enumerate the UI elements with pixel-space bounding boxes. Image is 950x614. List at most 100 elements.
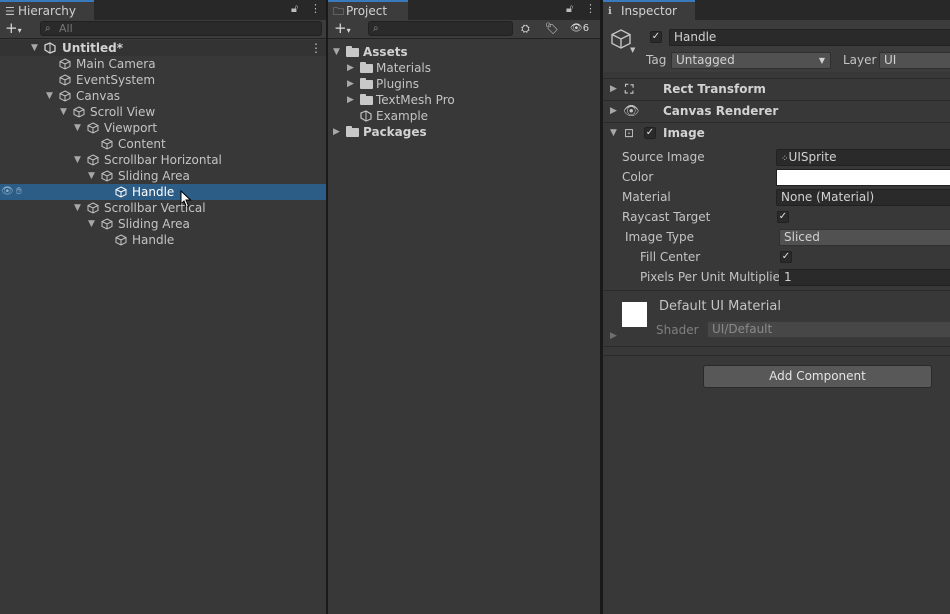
tab-inspector[interactable]: ℹ Inspector xyxy=(603,0,695,20)
hierarchy-item-label: Sliding Area xyxy=(118,169,190,183)
gameobject-icon xyxy=(87,202,99,214)
layer-dropdown[interactable]: UI xyxy=(879,52,950,69)
project-item-packages[interactable]: ▶ Packages xyxy=(328,124,600,140)
icon-dropdown-arrow-icon[interactable]: ▼ xyxy=(630,46,635,54)
create-dropdown-button[interactable]: +▾ xyxy=(334,20,351,39)
hierarchy-item-handle-vertical[interactable]: Handle xyxy=(0,232,326,248)
gameobject-icon xyxy=(87,154,99,166)
hierarchy-tabbar: ☰ Hierarchy 🔓︎ ⋮ xyxy=(0,0,326,20)
search-by-type-icon[interactable]: ⛭ xyxy=(521,20,530,37)
expand-arrow-icon[interactable]: ▼ xyxy=(74,152,81,168)
hierarchy-item-viewport[interactable]: ▼ Viewport xyxy=(0,120,326,136)
hierarchy-search-input[interactable]: ⌕ All xyxy=(40,21,322,36)
folder-icon xyxy=(346,126,359,137)
expand-arrow-icon[interactable]: ▼ xyxy=(60,104,67,120)
folder-open-icon xyxy=(346,46,359,57)
project-search-input[interactable]: ⌕ xyxy=(368,21,513,36)
collapse-arrow-icon[interactable]: ▶ xyxy=(610,101,617,122)
hierarchy-item-scrollbar-vertical[interactable]: ▼ Scrollbar Vertical xyxy=(0,200,326,216)
project-item-assets[interactable]: ▼ Assets xyxy=(328,44,600,60)
color-swatch[interactable] xyxy=(776,169,950,186)
shader-dropdown: UI/Default xyxy=(707,321,950,338)
tab-project-label: Project xyxy=(346,4,388,18)
project-item-plugins[interactable]: ▶ Plugins xyxy=(328,76,600,92)
create-dropdown-button[interactable]: +▾ xyxy=(5,20,22,39)
image-enabled-checkbox[interactable]: ✓ xyxy=(644,127,656,139)
hierarchy-item-sliding-area-vertical[interactable]: ▼ Sliding Area xyxy=(0,216,326,232)
object-name-field[interactable]: Handle xyxy=(669,29,950,46)
project-item-label: Assets xyxy=(363,45,408,59)
pixels-per-unit-field[interactable]: 1 xyxy=(779,269,950,286)
material-field[interactable]: None (Material) xyxy=(776,189,950,206)
rect-transform-label: Rect Transform xyxy=(663,82,766,96)
collapse-arrow-icon[interactable]: ▶ xyxy=(610,79,617,100)
tab-hierarchy[interactable]: ☰ Hierarchy xyxy=(0,0,94,20)
hierarchy-item-eventsystem[interactable]: EventSystem xyxy=(0,72,326,88)
lock-icon[interactable]: 🔓︎ xyxy=(566,2,573,16)
hierarchy-item-scroll-view[interactable]: ▼ Scroll View xyxy=(0,104,326,120)
hierarchy-item-main-camera[interactable]: Main Camera xyxy=(0,56,326,72)
active-checkbox[interactable]: ✓ xyxy=(650,31,662,43)
raycast-target-checkbox[interactable]: ✓ xyxy=(777,211,789,223)
collapse-arrow-icon[interactable]: ▶ xyxy=(347,76,354,92)
add-component-button[interactable]: Add Component xyxy=(703,365,932,388)
hierarchy-item-handle-selected[interactable]: 👁︎ ✋︎ Handle xyxy=(0,184,326,200)
collapse-arrow-icon[interactable]: ▶ xyxy=(347,92,354,108)
pickable-hand-icon[interactable]: ✋︎ xyxy=(16,184,22,200)
hierarchy-item-sliding-area-horizontal[interactable]: ▼ Sliding Area xyxy=(0,168,326,184)
expand-arrow-icon[interactable]: ▼ xyxy=(333,44,340,60)
search-icon: ⌕ xyxy=(373,23,379,34)
search-icon: ⌕ xyxy=(45,23,51,34)
hidden-packages-icon[interactable]: 👁︎6 xyxy=(570,20,589,37)
more-options-icon[interactable]: ⋮ xyxy=(310,2,321,15)
fill-center-label: Fill Center xyxy=(640,250,701,264)
inspector-panel: ℹ Inspector ▼ ✓ Handle Tag Untagged ▼ La… xyxy=(603,0,950,614)
component-image[interactable]: ▼ ⊡ ✓ Image xyxy=(603,123,950,144)
inspector-object-header: ▼ ✓ Handle Tag Untagged ▼ Layer UI xyxy=(603,20,950,72)
hierarchy-item-label: Main Camera xyxy=(76,57,156,71)
hierarchy-item-canvas[interactable]: ▼ Canvas xyxy=(0,88,326,104)
more-options-icon[interactable]: ⋮ xyxy=(585,2,596,15)
gameobject-icon xyxy=(101,170,113,182)
expand-arrow-icon[interactable]: ▼ xyxy=(46,88,53,104)
source-image-field[interactable]: ⁘UISprite xyxy=(776,149,950,166)
project-panel: 🗀︎ Project 🔓︎ ⋮ +▾ ⌕ ⛭ 🏷︎ 👁︎6 ▼ Assets ▶… xyxy=(328,0,600,614)
hierarchy-item-content[interactable]: Content xyxy=(0,136,326,152)
divider xyxy=(603,355,950,356)
gameobject-icon xyxy=(115,186,127,198)
gameobject-large-icon[interactable] xyxy=(610,28,632,50)
expand-arrow-icon[interactable]: ▼ xyxy=(88,168,95,184)
collapse-arrow-icon[interactable]: ▶ xyxy=(347,60,354,76)
tab-project[interactable]: 🗀︎ Project xyxy=(328,0,408,20)
search-by-label-icon[interactable]: 🏷︎ xyxy=(545,20,559,37)
image-type-value: Sliced xyxy=(784,230,820,244)
expand-arrow-icon[interactable]: ▼ xyxy=(610,123,617,144)
folder-icon xyxy=(360,62,373,73)
expand-arrow-icon[interactable]: ▼ xyxy=(31,40,38,56)
hidden-packages-count: 6 xyxy=(582,23,590,34)
layer-label: Layer xyxy=(843,53,877,67)
fill-center-checkbox[interactable]: ✓ xyxy=(780,251,792,263)
image-type-dropdown[interactable]: Sliced xyxy=(779,229,950,246)
hierarchy-item-label: EventSystem xyxy=(76,73,156,87)
hierarchy-item-scrollbar-horizontal[interactable]: ▼ Scrollbar Horizontal xyxy=(0,152,326,168)
expand-arrow-icon[interactable]: ▼ xyxy=(74,200,81,216)
component-canvas-renderer[interactable]: ▶ 👁︎ Canvas Renderer xyxy=(603,101,950,122)
info-icon: ℹ xyxy=(608,6,612,17)
scene-more-icon[interactable]: ⋮ xyxy=(310,40,322,56)
project-item-materials[interactable]: ▶ Materials xyxy=(328,60,600,76)
hierarchy-item-scene[interactable]: ▼ Untitled* ⋮ xyxy=(0,40,326,56)
project-item-example[interactable]: Example xyxy=(328,108,600,124)
gameobject-icon xyxy=(115,234,127,246)
tag-value: Untagged xyxy=(676,53,735,67)
material-foldout-arrow-icon[interactable]: ▶ xyxy=(610,331,617,341)
gameobject-icon xyxy=(101,218,113,230)
collapse-arrow-icon[interactable]: ▶ xyxy=(333,124,340,140)
component-rect-transform[interactable]: ▶ ⛶ Rect Transform xyxy=(603,79,950,100)
lock-icon[interactable]: 🔓︎ xyxy=(291,2,298,16)
expand-arrow-icon[interactable]: ▼ xyxy=(88,216,95,232)
visibility-eye-icon[interactable]: 👁︎ xyxy=(1,184,14,200)
project-item-textmesh-pro[interactable]: ▶ TextMesh Pro xyxy=(328,92,600,108)
expand-arrow-icon[interactable]: ▼ xyxy=(74,120,81,136)
tag-dropdown[interactable]: Untagged ▼ xyxy=(671,52,831,69)
